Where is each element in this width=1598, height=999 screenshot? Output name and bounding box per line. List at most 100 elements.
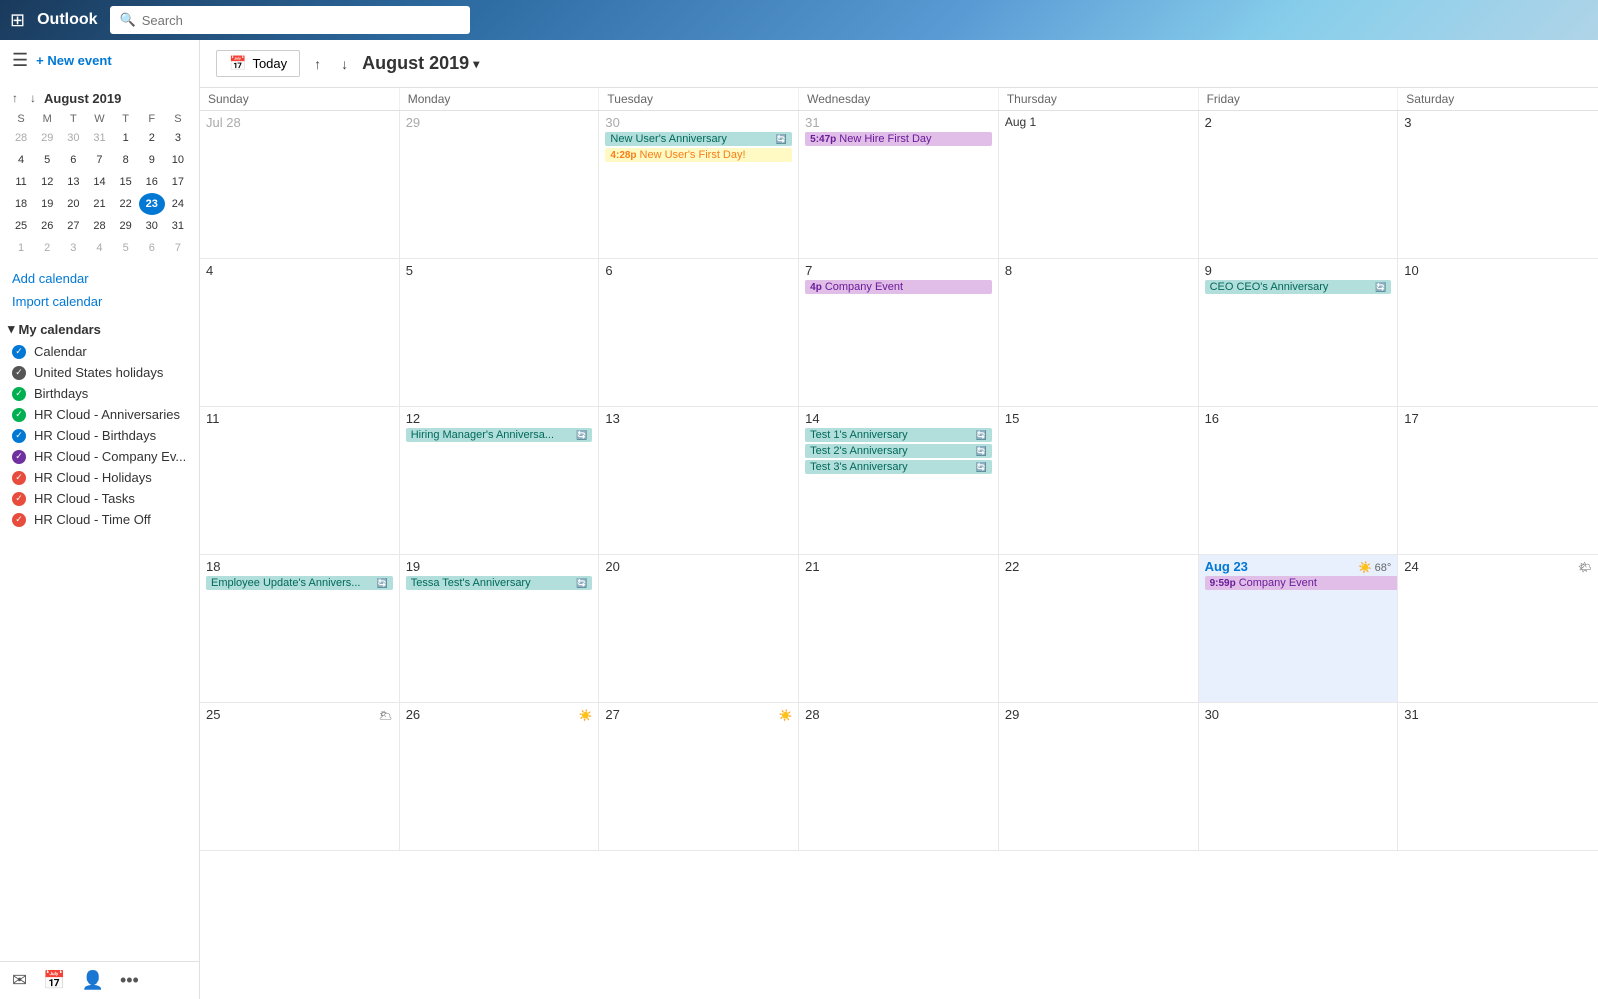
mini-cal-day[interactable]: 7 (165, 237, 191, 259)
mini-cal-prev[interactable]: ↑ (8, 89, 22, 107)
mini-cal-day[interactable]: 15 (113, 171, 139, 193)
sidebar-item-hr-company[interactable]: ✓ HR Cloud - Company Ev... (0, 446, 199, 467)
mini-cal-day[interactable]: 22 (113, 193, 139, 215)
cal-cell-9[interactable]: 9 CEO CEO's Anniversary 🔄 (1199, 259, 1399, 407)
mini-cal-day[interactable]: 25 (8, 215, 34, 237)
calendar-icon[interactable]: 📅 (43, 970, 65, 991)
mini-cal-day[interactable]: 3 (165, 127, 191, 149)
mail-icon[interactable]: ✉ (12, 970, 27, 991)
cal-cell-14[interactable]: 14 Test 1's Anniversary 🔄 Test 2's Anniv… (799, 407, 999, 555)
mini-cal-day[interactable]: 4 (86, 237, 112, 259)
waffle-icon[interactable]: ⊞ (10, 10, 25, 31)
cal-cell-20[interactable]: 20 (599, 555, 799, 703)
cal-cell-27[interactable]: 27 ☀️ (599, 703, 799, 851)
cal-cell-29[interactable]: 29 (400, 111, 600, 259)
mini-cal-day[interactable]: 31 (86, 127, 112, 149)
sidebar-item-hr-timeoff[interactable]: ✓ HR Cloud - Time Off (0, 509, 199, 530)
import-calendar-link[interactable]: Import calendar (0, 290, 199, 313)
cal-cell-13[interactable]: 13 (599, 407, 799, 555)
more-icon[interactable]: ••• (120, 970, 139, 991)
mini-cal-day[interactable]: 8 (113, 149, 139, 171)
mini-cal-day[interactable]: 6 (139, 237, 165, 259)
mini-cal-day[interactable]: 10 (165, 149, 191, 171)
cal-cell-5[interactable]: 5 (400, 259, 600, 407)
mini-cal-day[interactable]: 4 (8, 149, 34, 171)
event-ceo-anniversary[interactable]: CEO CEO's Anniversary 🔄 (1205, 280, 1392, 294)
sidebar-item-hr-birthdays[interactable]: ✓ HR Cloud - Birthdays (0, 425, 199, 446)
mini-cal-day[interactable]: 6 (60, 149, 86, 171)
mini-cal-day[interactable]: 11 (8, 171, 34, 193)
mini-cal-day[interactable]: 1 (8, 237, 34, 259)
cal-cell-24[interactable]: 24 🌤 (1398, 555, 1598, 703)
cal-cell-7[interactable]: 7 4p Company Event (799, 259, 999, 407)
my-calendars-section[interactable]: ▾ My calendars (0, 313, 199, 341)
mini-cal-day[interactable]: 24 (165, 193, 191, 215)
prev-month-button[interactable]: ↑ (308, 52, 327, 76)
month-title[interactable]: August 2019 ▾ (362, 53, 479, 74)
mini-cal-day[interactable]: 29 (34, 127, 60, 149)
mini-cal-today[interactable]: 23 (139, 193, 165, 215)
mini-cal-day[interactable]: 18 (8, 193, 34, 215)
cal-cell-jul28[interactable]: Jul 28 (200, 111, 400, 259)
mini-cal-day[interactable]: 20 (60, 193, 86, 215)
mini-cal-day[interactable]: 13 (60, 171, 86, 193)
new-event-button[interactable]: + New event (36, 53, 112, 68)
mini-cal-day[interactable]: 3 (60, 237, 86, 259)
event-employee-update-anniversary[interactable]: Employee Update's Annivers... 🔄 (206, 576, 393, 590)
mini-cal-day[interactable]: 28 (86, 215, 112, 237)
event-test2-anniversary[interactable]: Test 2's Anniversary 🔄 (805, 444, 992, 458)
sidebar-item-birthdays[interactable]: ✓ Birthdays (0, 383, 199, 404)
event-new-hire-first-day[interactable]: 5:47p New Hire First Day (805, 132, 992, 146)
cal-cell-31[interactable]: 31 5:47p New Hire First Day (799, 111, 999, 259)
cal-cell-26[interactable]: 26 ☀️ (400, 703, 600, 851)
sidebar-item-us-holidays[interactable]: ✓ United States holidays (0, 362, 199, 383)
mini-cal-day[interactable]: 5 (34, 149, 60, 171)
sidebar-item-calendar[interactable]: ✓ Calendar (0, 341, 199, 362)
sidebar-item-hr-anniversaries[interactable]: ✓ HR Cloud - Anniversaries (0, 404, 199, 425)
mini-cal-day[interactable]: 27 (60, 215, 86, 237)
cal-cell-8[interactable]: 8 (999, 259, 1199, 407)
mini-cal-day[interactable]: 5 (113, 237, 139, 259)
cal-cell-30[interactable]: 30 (1199, 703, 1399, 851)
event-test3-anniversary[interactable]: Test 3's Anniversary 🔄 (805, 460, 992, 474)
event-new-users-first-day[interactable]: 4:28p New User's First Day! (605, 148, 792, 162)
mini-cal-day[interactable]: 7 (86, 149, 112, 171)
add-calendar-link[interactable]: Add calendar (0, 267, 199, 290)
people-icon[interactable]: 👤 (82, 970, 104, 991)
search-input[interactable] (142, 13, 460, 28)
mini-cal-day[interactable]: 16 (139, 171, 165, 193)
cal-cell-21[interactable]: 21 (799, 555, 999, 703)
sidebar-item-hr-holidays[interactable]: ✓ HR Cloud - Holidays (0, 467, 199, 488)
event-hiring-manager-anniversary[interactable]: Hiring Manager's Anniversa... 🔄 (406, 428, 593, 442)
cal-cell-28[interactable]: 28 (799, 703, 999, 851)
mini-cal-day[interactable]: 9 (139, 149, 165, 171)
cal-cell-aug1[interactable]: Aug 1 (999, 111, 1199, 259)
mini-cal-day[interactable]: 2 (34, 237, 60, 259)
hamburger-button[interactable]: ☰ (12, 50, 28, 71)
mini-cal-day[interactable]: 2 (139, 127, 165, 149)
mini-cal-next[interactable]: ↓ (26, 89, 40, 107)
cal-cell-31[interactable]: 31 (1398, 703, 1598, 851)
cal-cell-2[interactable]: 2 (1199, 111, 1399, 259)
event-company-event-7[interactable]: 4p Company Event (805, 280, 992, 294)
mini-cal-day[interactable]: 26 (34, 215, 60, 237)
event-test1-anniversary[interactable]: Test 1's Anniversary 🔄 (805, 428, 992, 442)
cal-cell-6[interactable]: 6 (599, 259, 799, 407)
cal-cell-29[interactable]: 29 (999, 703, 1199, 851)
cal-cell-3[interactable]: 3 (1398, 111, 1598, 259)
mini-cal-day[interactable]: 19 (34, 193, 60, 215)
mini-cal-day[interactable]: 31 (165, 215, 191, 237)
cal-cell-11[interactable]: 11 (200, 407, 400, 555)
today-button[interactable]: 📅 Today (216, 50, 300, 77)
next-month-button[interactable]: ↓ (335, 52, 354, 76)
cal-cell-23-today[interactable]: Aug 23 ☀️ 68° 9:59p Company Event — (1199, 555, 1399, 703)
cal-cell-22[interactable]: 22 (999, 555, 1199, 703)
mini-cal-day[interactable]: 12 (34, 171, 60, 193)
cal-cell-10[interactable]: 10 (1398, 259, 1598, 407)
mini-cal-day[interactable]: 21 (86, 193, 112, 215)
mini-cal-title[interactable]: August 2019 (44, 91, 191, 106)
mini-cal-day[interactable]: 14 (86, 171, 112, 193)
cal-cell-18[interactable]: 18 Employee Update's Annivers... 🔄 (200, 555, 400, 703)
mini-cal-day[interactable]: 17 (165, 171, 191, 193)
sidebar-item-hr-tasks[interactable]: ✓ HR Cloud - Tasks (0, 488, 199, 509)
